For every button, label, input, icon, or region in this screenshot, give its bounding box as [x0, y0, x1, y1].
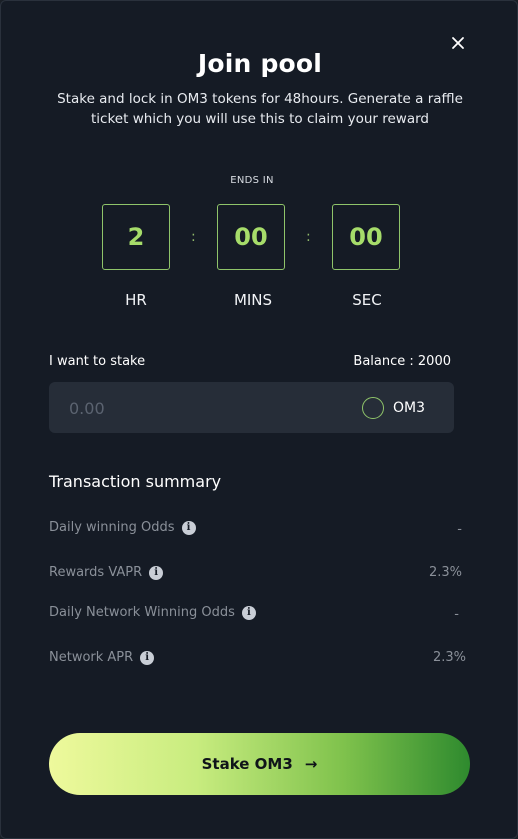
- info-icon[interactable]: i: [181, 520, 196, 535]
- summary-row-label: Daily Network Winning Odds: [49, 605, 235, 620]
- stake-button-label: Stake OM3: [201, 755, 293, 773]
- summary-row: Daily Network Winning Odds i: [49, 605, 256, 620]
- countdown-seconds: 00: [332, 204, 400, 270]
- token-name: OM3: [393, 399, 426, 416]
- info-icon[interactable]: i: [149, 565, 164, 580]
- stake-label: I want to stake: [49, 354, 146, 369]
- token-selector[interactable]: OM3: [362, 395, 425, 420]
- summary-row-value: -: [454, 607, 459, 622]
- countdown-hours: 2: [102, 204, 170, 270]
- summary-row-value: -: [457, 522, 462, 537]
- arrow-right-icon: →: [304, 755, 318, 773]
- countdown-separator: :: [306, 229, 311, 245]
- info-icon[interactable]: i: [241, 605, 256, 620]
- countdown-separator: :: [191, 229, 196, 245]
- countdown-minutes: 00: [217, 204, 285, 270]
- seconds-label: SEC: [352, 291, 382, 309]
- stake-amount-input[interactable]: [67, 396, 321, 420]
- summary-row: Daily winning Odds i: [49, 520, 196, 535]
- join-pool-modal: Join pool Stake and lock in OM3 tokens f…: [0, 0, 518, 839]
- modal-subtitle: Stake and lock in OM3 tokens for 48hours…: [57, 91, 463, 127]
- summary-row-label: Network APR: [49, 650, 134, 665]
- summary-row-label: Daily winning Odds: [49, 520, 175, 535]
- info-icon[interactable]: i: [140, 650, 155, 665]
- summary-row: Rewards VAPR i: [49, 565, 164, 580]
- stake-input-container: OM3: [49, 382, 454, 433]
- modal-title: Join pool: [197, 49, 323, 78]
- summary-row-value: 2.3%: [428, 565, 462, 580]
- summary-row: Network APR i: [49, 650, 155, 665]
- token-circle-icon: [362, 396, 384, 419]
- countdown-label: ENDS IN: [230, 175, 274, 186]
- stake-button[interactable]: Stake OM3 →: [49, 733, 470, 795]
- balance-text: Balance : 2000: [353, 354, 451, 369]
- summary-row-label: Rewards VAPR: [49, 565, 143, 580]
- summary-row-value: 2.3%: [432, 650, 466, 665]
- minutes-label: MINS: [233, 291, 273, 309]
- hours-label: HR: [125, 291, 147, 309]
- summary-title: Transaction summary: [49, 472, 222, 491]
